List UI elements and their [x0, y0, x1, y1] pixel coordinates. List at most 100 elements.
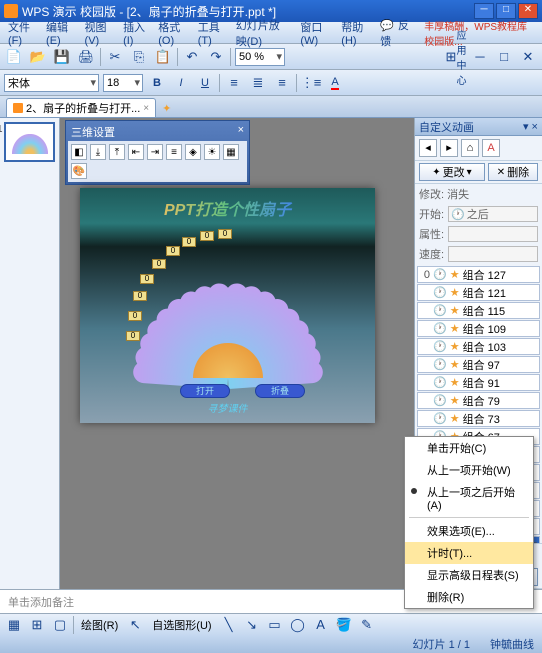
anim-item[interactable]: 🕐★组合 103	[417, 338, 540, 355]
anim-marker[interactable]: 0	[182, 237, 196, 247]
panel-next-icon[interactable]: ▸	[440, 139, 458, 157]
align-center-icon[interactable]: ≣	[248, 73, 268, 93]
3d-tilt-right-icon[interactable]: ⇥	[147, 144, 163, 160]
modify-button[interactable]: ✦ 更改 ▾	[419, 163, 485, 181]
arrow-icon[interactable]: ↘	[242, 615, 262, 635]
menu-insert[interactable]: 插入(I)	[119, 17, 152, 49]
bullets-icon[interactable]: ⋮≡	[301, 73, 321, 93]
rect-icon[interactable]: ▭	[265, 615, 285, 635]
anim-marker[interactable]: 0	[126, 331, 140, 341]
fan-shape[interactable]	[128, 268, 328, 378]
panel-dropdown-icon[interactable]: ▾ ×	[523, 120, 538, 133]
anim-marker[interactable]: 0	[166, 246, 180, 256]
anim-item[interactable]: 🕐★组合 91	[417, 374, 540, 391]
3d-tilt-left-icon[interactable]: ⇤	[128, 144, 144, 160]
ctx-with-prev[interactable]: 从上一项开始(W)	[405, 459, 533, 481]
fontsize-combo[interactable]: 18	[103, 74, 143, 92]
sorter-view-icon[interactable]: ⊞	[27, 615, 47, 635]
promo-text[interactable]: 丰厚稿酬，WPS教程库校园版...	[420, 16, 538, 50]
bold-icon[interactable]: B	[147, 73, 167, 93]
doc-close-icon[interactable]: ✕	[518, 47, 538, 67]
slide-1[interactable]: PPT打造个性扇子	[80, 188, 375, 423]
menu-edit[interactable]: 编辑(E)	[42, 17, 79, 49]
property-combo[interactable]	[448, 226, 538, 242]
3d-surface-icon[interactable]: ▦	[223, 144, 239, 160]
menu-window[interactable]: 窗口(W)	[296, 17, 335, 49]
textbox-icon[interactable]: A	[311, 615, 331, 635]
save-icon[interactable]: 💾	[52, 47, 72, 67]
menu-view[interactable]: 视图(V)	[81, 17, 118, 49]
slide-title[interactable]: PPT打造个性扇子	[80, 188, 375, 228]
panel-home-icon[interactable]: ⌂	[461, 139, 479, 157]
normal-view-icon[interactable]: ▦	[4, 615, 24, 635]
menu-slideshow[interactable]: 幻灯片放映(D)	[232, 15, 295, 51]
ctx-after-prev[interactable]: 从上一项之后开始(A)	[405, 481, 533, 515]
line-icon[interactable]: ╲	[219, 615, 239, 635]
paste-icon[interactable]: 📋	[153, 47, 173, 67]
ctx-timing[interactable]: 计时(T)...	[405, 542, 533, 564]
font-combo[interactable]: 宋体	[4, 74, 99, 92]
anim-marker[interactable]: 0	[128, 311, 142, 321]
3d-direction-icon[interactable]: ◈	[185, 144, 201, 160]
slide-open-button[interactable]: 打开	[180, 384, 230, 398]
speed-combo[interactable]	[448, 246, 538, 262]
appcenter-button[interactable]: ⊞ 应用中心	[446, 47, 466, 67]
doc-min-icon[interactable]: ─	[470, 47, 490, 67]
copy-icon[interactable]: ⎘	[129, 47, 149, 67]
autoshape-menu[interactable]: 自选图形(U)	[148, 617, 215, 633]
3d-depth-icon[interactable]: ≡	[166, 144, 182, 160]
anim-item[interactable]: 🕐★组合 115	[417, 302, 540, 319]
ctx-delete[interactable]: 删除(R)	[405, 586, 533, 608]
align-left-icon[interactable]: ≡	[224, 73, 244, 93]
3d-tilt-down-icon[interactable]: ⤓	[90, 144, 106, 160]
start-combo[interactable]: 🕐之后	[448, 206, 538, 222]
tab-close-icon[interactable]: ×	[143, 103, 149, 114]
menu-help[interactable]: 帮助(H)	[337, 17, 374, 49]
slideshow-view-icon[interactable]: ▢	[50, 615, 70, 635]
slide-canvas[interactable]: 三维设置× ◧ ⤓ ⤒ ⇤ ⇥ ≡ ◈ ☀ ▦ 🎨 PPT打造个性扇子	[60, 118, 414, 589]
menu-tools[interactable]: 工具(T)	[194, 17, 230, 49]
anim-item[interactable]: 🕐★组合 121	[417, 284, 540, 301]
anim-item[interactable]: 0🕐★组合 127	[417, 266, 540, 283]
italic-icon[interactable]: I	[171, 73, 191, 93]
3d-tilt-up-icon[interactable]: ⤒	[109, 144, 125, 160]
zoom-combo[interactable]: 50 %	[235, 48, 285, 66]
draw-menu[interactable]: 绘图(R)	[77, 617, 122, 633]
linecolor-icon[interactable]: ✎	[357, 615, 377, 635]
doc-restore-icon[interactable]: □	[494, 47, 514, 67]
3d-lighting-icon[interactable]: ☀	[204, 144, 220, 160]
delete-button[interactable]: ✕ 删除	[488, 163, 538, 181]
undo-icon[interactable]: ↶	[182, 47, 202, 67]
anim-item[interactable]: 🕐★组合 79	[417, 392, 540, 409]
tab-new-icon[interactable]: ✦	[160, 100, 173, 117]
fontcolor-icon[interactable]: A	[325, 73, 345, 93]
thumbnail-1[interactable]: 1	[4, 122, 55, 162]
anim-item[interactable]: 🕐★组合 97	[417, 356, 540, 373]
anim-item[interactable]: 🕐★组合 73	[417, 410, 540, 427]
anim-marker[interactable]: 0	[133, 291, 147, 301]
panel-prev-icon[interactable]: ◂	[419, 139, 437, 157]
tab-document[interactable]: 2、扇子的折叠与打开... ×	[6, 98, 156, 117]
anim-item[interactable]: 🕐★组合 109	[417, 320, 540, 337]
anim-marker[interactable]: 0	[152, 259, 166, 269]
floating-toolbar-3d[interactable]: 三维设置× ◧ ⤓ ⤒ ⇤ ⇥ ≡ ◈ ☀ ▦ 🎨	[65, 120, 250, 185]
ctx-click-start[interactable]: 单击开始(C)	[405, 437, 533, 459]
oval-icon[interactable]: ◯	[288, 615, 308, 635]
cut-icon[interactable]: ✂	[105, 47, 125, 67]
align-right-icon[interactable]: ≡	[272, 73, 292, 93]
menu-file[interactable]: 文件(F)	[4, 17, 40, 49]
panel-font-icon[interactable]: A	[482, 139, 500, 157]
underline-icon[interactable]: U	[195, 73, 215, 93]
3d-onoff-icon[interactable]: ◧	[71, 144, 87, 160]
slide-fold-button[interactable]: 折叠	[255, 384, 305, 398]
ctx-advanced-timeline[interactable]: 显示高级日程表(S)	[405, 564, 533, 586]
anim-marker[interactable]: 0	[140, 274, 154, 284]
open-icon[interactable]: 📂	[28, 47, 48, 67]
ctx-effect-options[interactable]: 效果选项(E)...	[405, 520, 533, 542]
floatbar-close-icon[interactable]: ×	[238, 124, 244, 140]
3d-color-icon[interactable]: 🎨	[71, 163, 87, 179]
menu-feedback[interactable]: 💬反馈	[376, 15, 418, 51]
fill-icon[interactable]: 🪣	[334, 615, 354, 635]
new-icon[interactable]: 📄	[4, 47, 24, 67]
print-icon[interactable]: 🖨	[76, 47, 96, 67]
